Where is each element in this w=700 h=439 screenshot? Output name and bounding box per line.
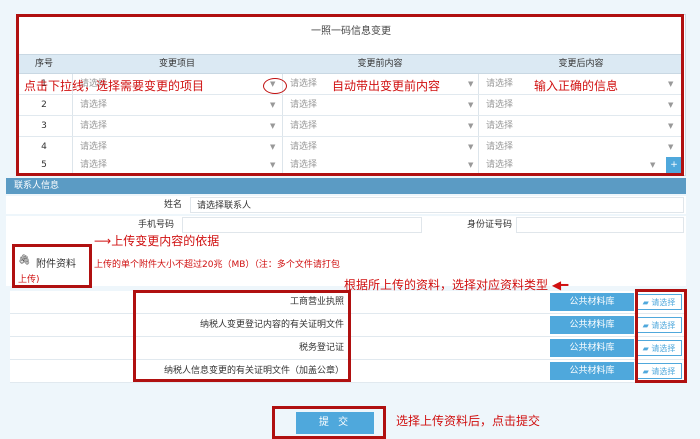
public-library-button[interactable]: 公共材料库 <box>550 293 634 311</box>
id-input[interactable] <box>516 217 684 233</box>
id-label: 身份证号码 <box>466 220 512 230</box>
name-label: 姓名 <box>163 200 182 210</box>
public-library-button[interactable]: 公共材料库 <box>550 339 634 357</box>
annotation-select-item: 点击下拉线，选择需要变更的项目 <box>24 79 205 93</box>
annotation-upload-basis: ⟶上传变更内容的依据 <box>94 234 220 248</box>
highlight-box <box>635 289 687 383</box>
public-library-button[interactable]: 公共材料库 <box>550 362 634 380</box>
annotation-input-info: 输入正确的信息 <box>534 79 619 93</box>
contact-section-header: 联系人信息 <box>6 178 686 194</box>
contact-select[interactable]: 请选择联系人 <box>190 197 684 213</box>
highlight-box <box>133 290 351 382</box>
annotation-submit: 选择上传资料后，点击提交 <box>396 414 541 428</box>
highlight-box <box>272 406 386 439</box>
annotation-auto-fill: 自动带出变更前内容 <box>332 79 441 93</box>
contact-name-row: 姓名 请选择联系人 <box>6 196 686 214</box>
upload-size-note: 上传的单个附件大小不超过20兆（MB）（注：多个文件请打包 <box>94 260 340 270</box>
highlight-box <box>16 14 684 176</box>
public-library-button[interactable]: 公共材料库 <box>550 316 634 334</box>
highlight-box <box>12 244 92 288</box>
highlight-circle <box>263 78 287 94</box>
phone-input[interactable] <box>182 217 422 233</box>
